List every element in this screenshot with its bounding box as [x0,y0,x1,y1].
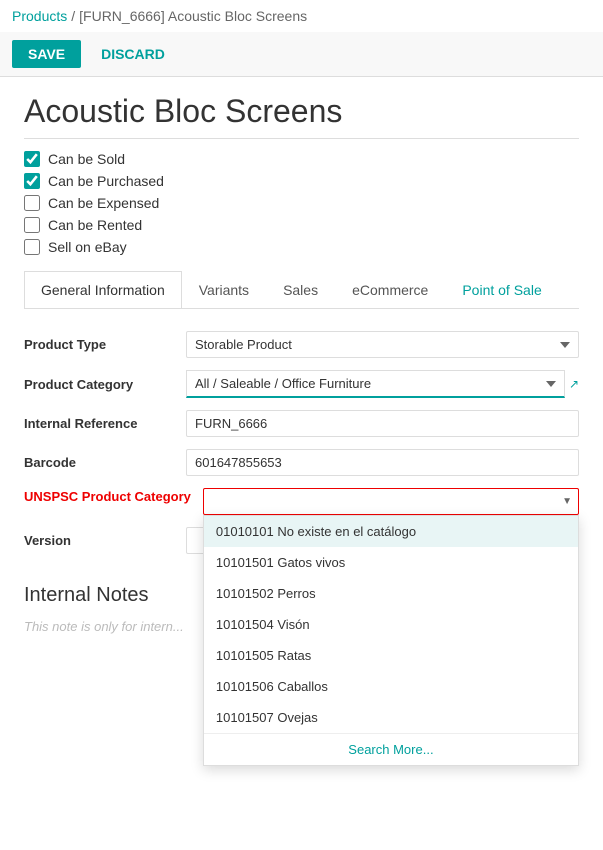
checkbox-can-be-expensed-input[interactable] [24,195,40,211]
checkbox-can-be-sold-input[interactable] [24,151,40,167]
discard-button[interactable]: DISCARD [89,40,177,68]
external-link-icon[interactable]: ↗ [569,377,579,391]
checkbox-sell-on-ebay[interactable]: Sell on eBay [24,239,579,255]
action-bar: SAVE DISCARD [0,32,603,77]
unspsc-dropdown-arrow[interactable]: ▼ [556,496,578,507]
checkbox-can-be-purchased[interactable]: Can be Purchased [24,173,579,189]
unspsc-label: UNSPSC Product Category [24,488,191,506]
product-category-value: All / Saleable / Office Furniture ↗ [186,370,579,398]
checkbox-can-be-rented-label: Can be Rented [48,217,142,233]
product-category-row: Product Category All / Saleable / Office… [24,364,579,404]
product-type-select[interactable]: Storable Product [186,331,579,358]
tab-sales[interactable]: Sales [266,271,335,308]
checkbox-can-be-expensed[interactable]: Can be Expensed [24,195,579,211]
internal-reference-label: Internal Reference [24,416,174,431]
product-category-label: Product Category [24,377,174,392]
breadcrumb: Products / [FURN_6666] Acoustic Bloc Scr… [0,0,603,32]
checkbox-group: Can be Sold Can be Purchased Can be Expe… [24,151,579,255]
unspsc-dropdown: 01010101 No existe en el catálogo 101015… [203,515,579,766]
breadcrumb-current: [FURN_6666] Acoustic Bloc Screens [79,8,307,24]
barcode-input[interactable] [186,449,579,476]
tabs: General Information Variants Sales eComm… [24,271,579,309]
checkbox-can-be-expensed-label: Can be Expensed [48,195,159,211]
dropdown-search-more[interactable]: Search More... [204,733,578,765]
dropdown-item-4[interactable]: 10101505 Ratas [204,640,578,671]
checkbox-can-be-sold[interactable]: Can be Sold [24,151,579,167]
tab-point-of-sale[interactable]: Point of Sale [445,271,558,308]
tab-general-information[interactable]: General Information [24,271,182,309]
form-section: Product Type Storable Product Product Ca… [24,325,579,560]
breadcrumb-separator: / [71,8,75,24]
checkbox-can-be-sold-label: Can be Sold [48,151,125,167]
checkbox-can-be-rented[interactable]: Can be Rented [24,217,579,233]
dropdown-item-3[interactable]: 10101504 Visón [204,609,578,640]
version-label: Version [24,533,174,548]
dropdown-item-6[interactable]: 10101507 Ovejas [204,702,578,733]
product-type-row: Product Type Storable Product [24,325,579,364]
product-category-select[interactable]: All / Saleable / Office Furniture [186,370,565,398]
save-button[interactable]: SAVE [12,40,81,68]
barcode-label: Barcode [24,455,174,470]
dropdown-item-1[interactable]: 10101501 Gatos vivos [204,547,578,578]
dropdown-item-5[interactable]: 10101506 Caballos [204,671,578,702]
checkbox-can-be-purchased-label: Can be Purchased [48,173,164,189]
barcode-value [186,449,579,476]
tab-variants[interactable]: Variants [182,271,266,308]
unspsc-field-wrap: ▼ 01010101 No existe en el catálogo 1010… [203,488,579,515]
dropdown-item-2[interactable]: 10101502 Perros [204,578,578,609]
internal-reference-input[interactable] [186,410,579,437]
internal-reference-row: Internal Reference [24,404,579,443]
tab-ecommerce[interactable]: eCommerce [335,271,445,308]
checkbox-can-be-rented-input[interactable] [24,217,40,233]
internal-reference-value [186,410,579,437]
barcode-row: Barcode [24,443,579,482]
unspsc-input[interactable] [204,489,556,514]
product-type-value: Storable Product [186,331,579,358]
unspsc-row: UNSPSC Product Category ▼ 01010101 No ex… [24,482,579,521]
main-content: Acoustic Bloc Screens Can be Sold Can be… [0,77,603,650]
product-type-label: Product Type [24,337,174,352]
checkbox-can-be-purchased-input[interactable] [24,173,40,189]
product-title: Acoustic Bloc Screens [24,93,579,139]
checkbox-sell-on-ebay-input[interactable] [24,239,40,255]
dropdown-item-0[interactable]: 01010101 No existe en el catálogo [204,516,578,547]
checkbox-sell-on-ebay-label: Sell on eBay [48,239,127,255]
unspsc-input-container: ▼ [203,488,579,515]
breadcrumb-products-link[interactable]: Products [12,8,67,24]
